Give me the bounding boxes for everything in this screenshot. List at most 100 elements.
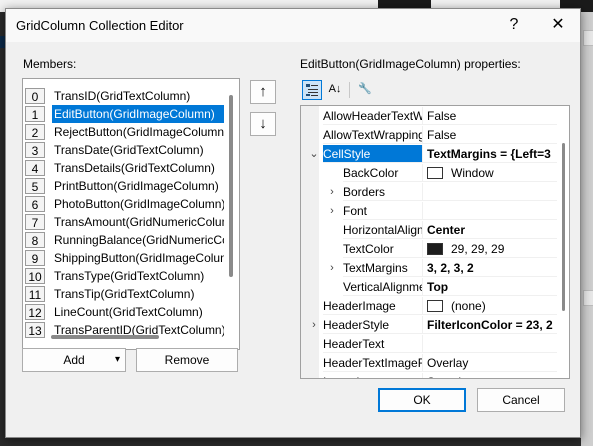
expand-chevron-icon[interactable]: › (307, 316, 321, 334)
alphabetical-icon[interactable]: A↓ (325, 80, 345, 100)
remove-button[interactable]: Remove (136, 348, 238, 372)
property-value[interactable]: False (422, 107, 557, 125)
property-value[interactable]: Center (422, 221, 557, 239)
property-value-text: False (427, 109, 457, 123)
member-name: ShippingButton(GridImageColumn) (54, 251, 224, 265)
member-list-item[interactable]: 7 TransAmount(GridNumericColumn) (23, 213, 224, 231)
property-name: CellStyle (323, 145, 422, 163)
property-row[interactable]: HeaderText (301, 335, 557, 353)
cancel-button[interactable]: Cancel (477, 388, 565, 412)
property-value[interactable] (422, 183, 557, 201)
member-list-item[interactable]: 3 TransDate(GridTextColumn) (23, 141, 223, 159)
move-down-button[interactable]: ↓ (250, 112, 276, 136)
member-index: 3 (25, 142, 45, 158)
dropdown-arrow-icon[interactable]: ▾ (115, 349, 120, 371)
property-row[interactable]: HeaderImage (none) (301, 297, 557, 315)
member-list-item[interactable]: 8 RunningBalance(GridNumericColumn) (23, 231, 224, 249)
member-name: PhotoButton(GridImageColumn) (54, 197, 224, 211)
property-row[interactable]: › TextMargins 3, 2, 3, 2 (301, 259, 557, 277)
member-name: EditButton(GridImageColumn) (52, 105, 224, 123)
property-row[interactable]: HorizontalAlignment Center (301, 221, 557, 239)
property-value[interactable] (422, 335, 557, 353)
property-row[interactable]: TextColor 29, 29, 29 (301, 240, 557, 258)
property-value[interactable]: Overlay (422, 354, 557, 372)
expand-chevron-icon[interactable]: › (325, 259, 339, 277)
move-up-button[interactable]: ↑ (250, 80, 276, 104)
add-button[interactable]: Add ▾ (22, 348, 126, 372)
property-value[interactable]: TextMargins = {Left=3 (422, 145, 557, 163)
expander-slot (325, 164, 339, 182)
help-button[interactable]: ? (496, 13, 532, 37)
expand-chevron-icon[interactable]: › (325, 183, 339, 201)
property-value[interactable] (422, 202, 557, 220)
member-index: 7 (25, 214, 45, 230)
property-grid[interactable]: AllowHeaderTextWrappingFalseAllowTextWra… (300, 105, 570, 379)
properties-label: EditButton(GridImageColumn) properties: (300, 57, 521, 71)
property-row[interactable]: HeaderTextImageRelation Overlay (301, 354, 557, 372)
members-list[interactable]: 0 TransID(GridTextColumn) 1 EditButton(Grid… (22, 78, 240, 350)
expand-chevron-icon[interactable]: ⌄ (307, 145, 321, 163)
property-row[interactable]: VerticalAlignment Top (301, 278, 557, 296)
expand-chevron-icon[interactable]: › (325, 202, 339, 220)
property-value[interactable]: FilterIconColor = 23, 2 (422, 316, 557, 334)
member-name: TransTip(GridTextColumn) (54, 287, 195, 301)
ok-button[interactable]: OK (378, 388, 466, 412)
members-vertical-scrollbar[interactable] (229, 95, 233, 277)
color-swatch (427, 243, 443, 255)
member-name: TransType(GridTextColumn) (54, 269, 205, 283)
member-list-item[interactable]: 1 EditButton(GridImageColumn) (23, 105, 224, 123)
property-value-text: 29, 29, 29 (451, 242, 505, 256)
property-value-text: FilterIconColor = 23, 2 (427, 318, 553, 332)
member-list-item[interactable]: 9 ShippingButton(GridImageColumn) (23, 249, 224, 267)
property-value[interactable]: 29, 29, 29 (422, 240, 557, 258)
arrow-down-icon: ↓ (259, 115, 267, 132)
property-name: TextMargins (343, 259, 422, 277)
property-row[interactable]: ImageLayout Stretch (301, 373, 557, 378)
member-list-item[interactable]: 0 TransID(GridTextColumn) (23, 87, 223, 105)
members-horizontal-scrollbar[interactable] (51, 335, 159, 339)
property-value[interactable]: Window (422, 164, 557, 182)
property-value[interactable]: (none) (422, 297, 557, 315)
member-list-item[interactable]: 2 RejectButton(GridImageColumn) (23, 123, 224, 141)
close-button[interactable]: ✕ (540, 13, 576, 37)
property-value-text: (none) (451, 299, 486, 313)
member-index: 6 (25, 196, 45, 212)
property-row[interactable]: › HeaderStyle FilterIconColor = 23, 2 (301, 316, 557, 334)
member-name: TransDetails(GridTextColumn) (54, 161, 215, 175)
property-value-text: Center (427, 223, 466, 237)
member-list-item[interactable]: 11 TransTip(GridTextColumn) (23, 285, 223, 303)
property-row[interactable]: AllowHeaderTextWrapping False (301, 107, 557, 125)
member-name: TransID(GridTextColumn) (54, 89, 191, 103)
property-value-text: False (427, 128, 457, 142)
property-value-text: Stretch (427, 375, 465, 378)
wrench-icon[interactable]: 🔧 (355, 80, 375, 100)
member-index: 4 (25, 160, 45, 176)
property-row[interactable]: › Borders (301, 183, 557, 201)
property-row[interactable]: BackColor Window (301, 164, 557, 182)
property-name: HeaderText (323, 335, 422, 353)
property-value[interactable]: 3, 2, 3, 2 (422, 259, 557, 277)
member-index: 5 (25, 178, 45, 194)
member-index: 2 (25, 124, 45, 140)
member-index: 1 (25, 106, 45, 122)
property-row[interactable]: › Font (301, 202, 557, 220)
title-bar: GridColumn Collection Editor ? ✕ (6, 9, 580, 42)
member-list-item[interactable]: 4 TransDetails(GridTextColumn) (23, 159, 223, 177)
property-row[interactable]: AllowTextWrapping False (301, 126, 557, 144)
member-index: 8 (25, 232, 45, 248)
member-list-item[interactable]: 5 PrintButton(GridImageColumn) (23, 177, 223, 195)
member-index: 0 (25, 88, 45, 104)
property-value[interactable]: False (422, 126, 557, 144)
member-list-item[interactable]: 12 LineCount(GridTextColumn) (23, 303, 223, 321)
member-list-item[interactable]: 10 TransType(GridTextColumn) (23, 267, 223, 285)
property-value-text: Overlay (427, 356, 469, 370)
property-value[interactable]: Top (422, 278, 557, 296)
property-grid-scrollbar[interactable] (562, 143, 565, 311)
property-row[interactable]: ⌄ CellStyle TextMargins = {Left=3 (301, 145, 557, 163)
member-list-item[interactable]: 6 PhotoButton(GridImageColumn) (23, 195, 224, 213)
property-value[interactable]: Stretch (422, 373, 557, 378)
property-value-text: Window (451, 166, 494, 180)
background-tab (583, 30, 593, 46)
expander-slot (325, 240, 339, 258)
categorized-icon[interactable] (302, 80, 322, 100)
